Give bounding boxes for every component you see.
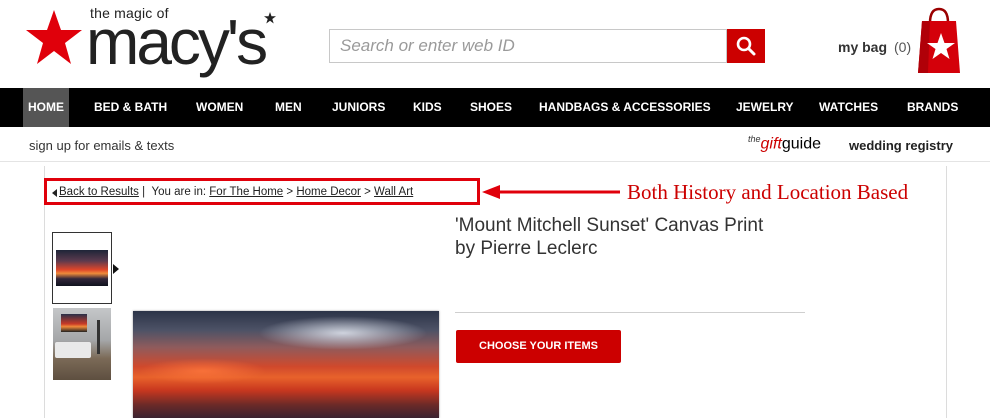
search-button[interactable] — [727, 29, 765, 63]
main-nav: HOME BED & BATH WOMEN MEN JUNIORS KIDS S… — [0, 88, 990, 127]
nav-item-women[interactable]: WOMEN — [196, 88, 243, 127]
room-art-image — [61, 314, 87, 332]
product-title-line1: 'Mount Mitchell Sunset' Canvas Print — [455, 215, 764, 236]
giftguide-gift: gift — [760, 135, 782, 153]
giftguide-the: the — [748, 134, 761, 144]
nav-item-brands[interactable]: BRANDS — [907, 88, 958, 127]
search-box — [329, 29, 727, 63]
search-icon — [736, 36, 756, 56]
my-bag-link[interactable]: my bag — [838, 39, 887, 55]
nav-item-watches[interactable]: WATCHES — [819, 88, 878, 127]
email-signup-link[interactable]: sign up for emails & texts — [29, 138, 174, 153]
header-divider — [0, 161, 990, 162]
breadcrumb: Back to Results | You are in: For The Ho… — [59, 186, 413, 198]
annotation-arrow-icon — [482, 185, 620, 199]
product-thumbnail-room[interactable] — [53, 308, 111, 380]
product-main-image[interactable] — [133, 311, 439, 418]
product-thumbnail-selected[interactable] — [52, 232, 112, 304]
wedding-registry-link[interactable]: wedding registry — [849, 138, 953, 153]
nav-item-juniors[interactable]: JUNIORS — [332, 88, 385, 127]
choose-your-items-button[interactable]: CHOOSE YOUR ITEMS — [456, 330, 621, 363]
nav-item-kids[interactable]: KIDS — [413, 88, 442, 127]
macys-wordmark[interactable]: macy's — [86, 10, 268, 74]
bag-count: (0) — [894, 39, 912, 55]
breadcrumb-arrow: > — [364, 186, 371, 198]
room-lamp-image — [97, 320, 100, 354]
sunset-thumbnail-image — [56, 250, 108, 286]
product-title-line2: by Pierre Leclerc — [455, 238, 598, 259]
content-border-right — [946, 166, 947, 418]
product-title: 'Mount Mitchell Sunset' Canvas Print by … — [455, 214, 835, 260]
nav-item-handbags-accessories[interactable]: HANDBAGS & ACCESSORIES — [539, 88, 711, 127]
nav-item-men[interactable]: MEN — [275, 88, 302, 127]
product-divider — [455, 312, 805, 313]
breadcrumb-home-decor[interactable]: Home Decor — [296, 186, 361, 198]
breadcrumb-wall-art[interactable]: Wall Art — [374, 186, 413, 198]
giftguide-guide: guide — [781, 135, 822, 153]
thumbnail-pointer-icon — [113, 264, 119, 274]
gift-guide-link[interactable]: thegiftguide — [748, 134, 821, 154]
annotation-text: Both History and Location Based — [627, 180, 909, 204]
breadcrumb-arrow: > — [286, 186, 294, 198]
back-to-results-link[interactable]: Back to Results — [59, 186, 139, 198]
breadcrumb-separator: | — [142, 186, 146, 198]
breadcrumb-prefix: You are in: — [151, 186, 207, 198]
search-input[interactable] — [330, 30, 726, 62]
wordmark-star-icon — [264, 12, 276, 24]
breadcrumb-for-the-home[interactable]: For The Home — [209, 186, 283, 198]
macys-star-logo-icon[interactable] — [24, 8, 84, 68]
room-sofa-image — [55, 342, 91, 358]
shopping-bag-icon[interactable] — [916, 7, 962, 75]
nav-item-home[interactable]: HOME — [23, 88, 69, 127]
nav-item-bed-bath[interactable]: BED & BATH — [94, 88, 167, 127]
back-arrow-icon — [52, 189, 57, 197]
nav-item-shoes[interactable]: SHOES — [470, 88, 512, 127]
nav-item-jewelry[interactable]: JEWELRY — [736, 88, 794, 127]
breadcrumb-highlight-box: Back to Results | You are in: For The Ho… — [44, 178, 480, 205]
